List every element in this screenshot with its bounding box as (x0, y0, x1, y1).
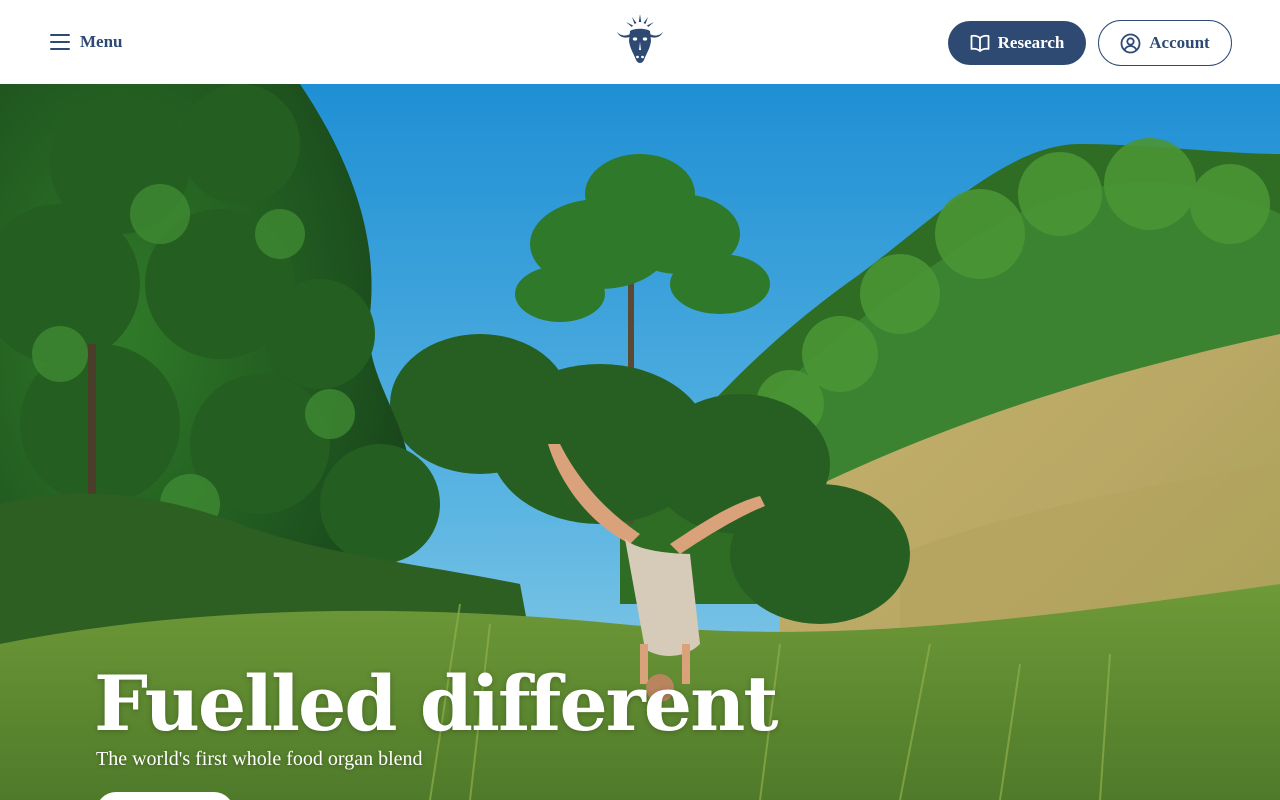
site-header: Menu Research Account (0, 0, 1280, 84)
account-button[interactable]: Account (1098, 20, 1232, 66)
hamburger-icon (50, 34, 70, 50)
open-book-icon (970, 34, 990, 52)
hero-subtitle: The world's first whole food organ blend (96, 748, 423, 770)
menu-button[interactable]: Menu (50, 30, 123, 54)
hero-banner: Fuelled different The world's first whol… (0, 84, 1280, 800)
account-label: Account (1149, 33, 1210, 52)
bull-head-logo-icon[interactable] (613, 12, 667, 66)
menu-label: Menu (80, 32, 123, 51)
hero-cta-button[interactable] (96, 792, 234, 800)
user-circle-icon (1120, 33, 1141, 53)
research-button[interactable]: Research (948, 21, 1086, 65)
research-label: Research (997, 33, 1065, 52)
hero-title: Fuelled different (94, 659, 778, 748)
